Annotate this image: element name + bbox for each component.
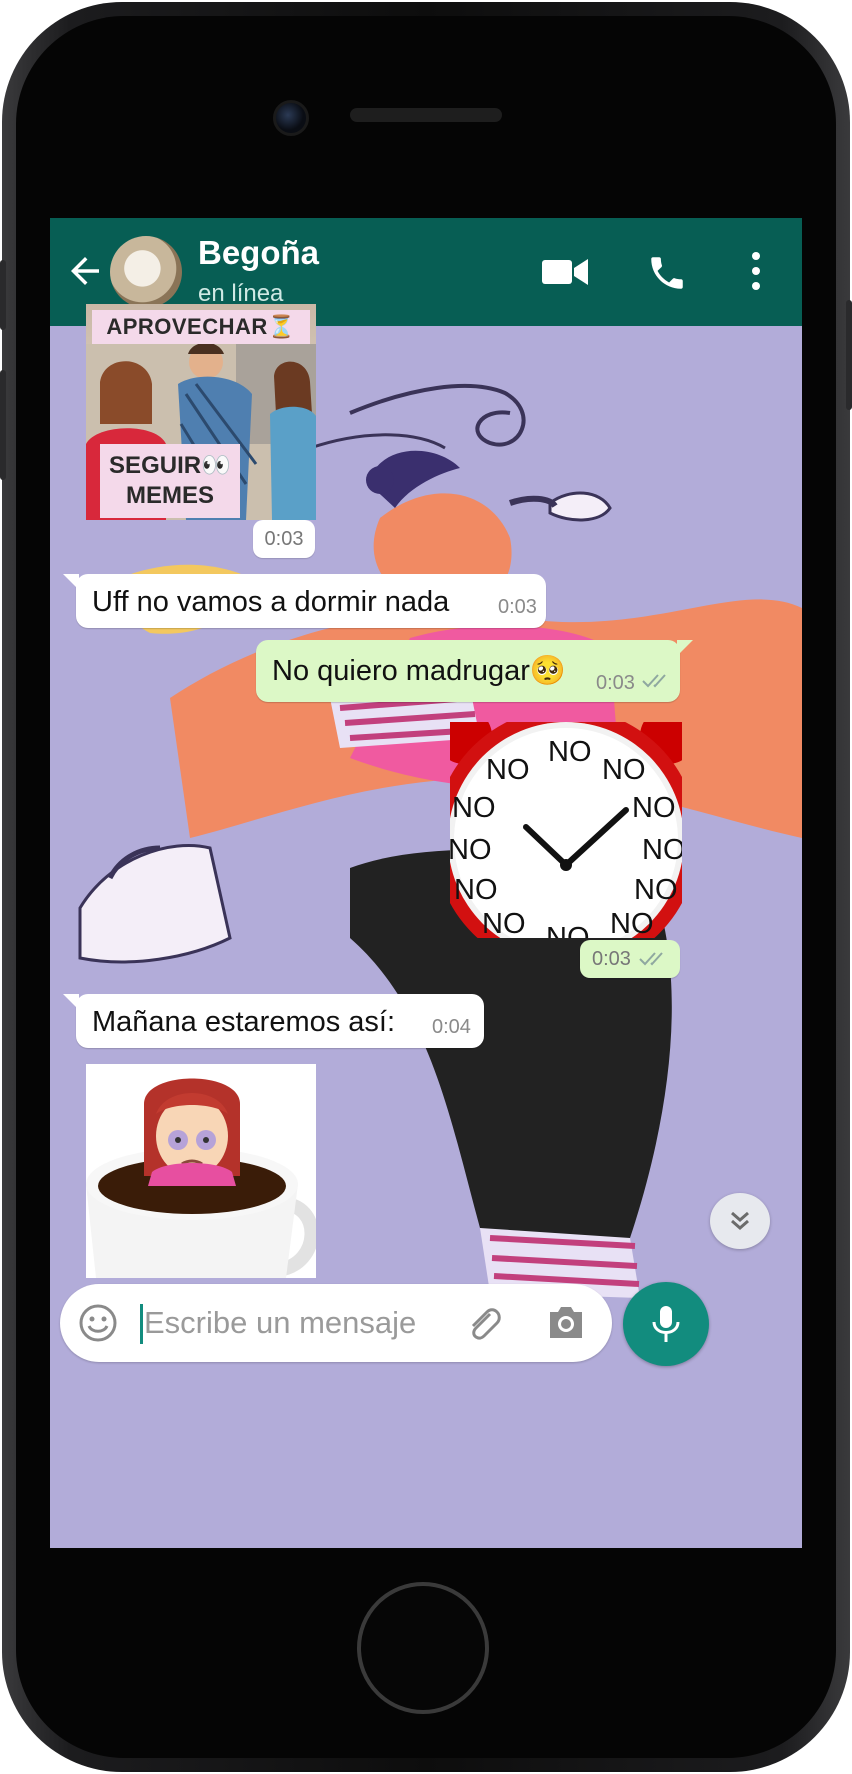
bubble-tail [63,994,79,1010]
camera-icon[interactable] [546,1304,586,1340]
message-timestamp: 0:03 [253,520,315,558]
paperclip-icon[interactable] [464,1304,504,1344]
back-arrow-icon[interactable] [64,250,106,292]
meme-bottom-caption: SEGUIR👀 MEMES [100,444,240,518]
clock-number: NO [482,908,526,938]
incoming-message[interactable]: Uff no vamos a dormir nada 0:03 [63,574,546,628]
read-ticks-icon [642,674,666,688]
front-camera [273,100,309,136]
message-text: No quiero madrugar🥺 [272,655,567,687]
phone-call-icon[interactable] [646,252,688,294]
microphone-icon [652,1306,680,1342]
meme-bottom-line1: SEGUIR👀 [109,452,231,479]
clock-number: NO [454,874,498,906]
chat-screen: Begoña en línea APROVECHAR⏳ SEGUIR👀 MEME… [50,218,802,1548]
message-timestamp: 0:04 [432,1016,471,1038]
more-options-icon[interactable] [750,250,762,292]
clock-number: NO [546,922,590,938]
no-clock-sticker[interactable]: NO NO NO NO NO NO NO NO NO NO NO NO [450,722,682,938]
outgoing-message[interactable]: No quiero madrugar🥺 0:03 [256,640,693,702]
emoji-icon[interactable] [78,1303,118,1343]
meme-sticker[interactable]: APROVECHAR⏳ SEGUIR👀 MEMES [86,304,316,520]
clock-number: NO [548,736,592,768]
home-button[interactable] [357,1582,489,1714]
timestamp-text: 0:03 [592,947,631,970]
meme-top-caption: APROVECHAR⏳ [92,310,310,344]
contact-name[interactable]: Begoña [198,234,319,272]
coffee-cup-sticker[interactable] [86,1064,316,1278]
side-button [0,370,6,480]
meme-bottom-line2: MEMES [125,482,214,509]
message-input[interactable] [140,1296,444,1350]
side-button [846,300,852,410]
message-timestamp: 0:03 [498,596,537,618]
coffee-cup-image [86,1064,316,1278]
message-composer [60,1284,612,1362]
clock-number: NO [602,754,646,786]
message-timestamp: 0:03 [580,940,680,978]
timestamp-text: 0:03 [264,527,304,550]
message-timestamp: 0:03 [596,672,635,694]
contact-avatar[interactable] [110,236,182,308]
bubble-tail [63,574,79,590]
earpiece-speaker [350,108,502,122]
clock-number: NO [610,908,654,938]
clock-number: NO [450,834,492,866]
video-call-icon[interactable] [542,256,588,288]
voice-record-button[interactable] [623,1282,709,1366]
clock-number: NO [634,874,678,906]
clock-number: NO [452,792,496,824]
message-text: Mañana estaremos así: [92,1006,396,1038]
read-ticks-icon [639,952,663,966]
incoming-message[interactable]: Mañana estaremos así: 0:04 [63,994,484,1048]
bubble-tail [677,640,693,656]
clock-number: NO [632,792,676,824]
scroll-to-bottom-button[interactable] [710,1193,770,1249]
side-button [0,260,6,330]
double-chevron-down-icon [731,1211,749,1230]
clock-number: NO [486,754,530,786]
message-text: Uff no vamos a dormir nada [92,586,450,618]
clock-number: NO [642,834,682,866]
